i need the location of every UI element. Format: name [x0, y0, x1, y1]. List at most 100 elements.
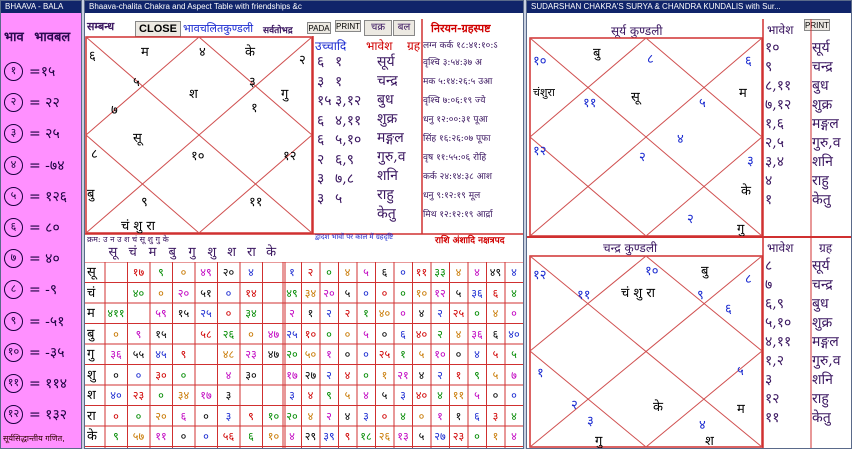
aspect-cell-left: ५६ [222, 430, 235, 443]
sud-lines [527, 19, 851, 448]
aspect-cell-right: ३६ [471, 327, 483, 341]
aspect-cell-right: २५ [378, 348, 391, 361]
aspect-cell-left: ४११ [107, 307, 125, 320]
aspect-cell-right: ४ [344, 266, 351, 279]
aspect-cell-left: ४९ [200, 266, 212, 279]
aspect-cell-left: ० [248, 327, 254, 341]
aspect-cell-right: १३ [397, 430, 409, 443]
bala-value: = -३५ [29, 344, 65, 361]
aspect-cell-right: ० [381, 286, 388, 300]
aspect-cell-right: १० [304, 327, 317, 341]
aspect-cell-left: १० [267, 430, 280, 443]
aspect-cell-right: २ [326, 368, 332, 382]
aspect-cell-right: २५ [286, 327, 298, 341]
aspect-col-head: श [227, 245, 236, 260]
aspect-cell-right: ४ [307, 409, 314, 423]
aspect-cell-right: ५ [492, 348, 499, 361]
aspect-row-head: श [87, 388, 96, 403]
aspect-cell-right: ३६ [471, 286, 483, 300]
aspect-cell-right: १ [289, 266, 295, 279]
bala-list: १ =१५ २ = २२ ३ = २५ ४ = -७४ ५ = १२६ ६ = ८० ७ = ४० ८ = -… [4, 56, 81, 430]
aspect-row-head: के [87, 429, 97, 444]
bala-row: ८ = -९ [4, 274, 81, 305]
aspect-cell-left: ४० [110, 389, 122, 402]
bala-value: = १२६ [29, 188, 68, 205]
aspect-cell-right: ० [363, 348, 369, 361]
aspect-cell-right: ० [381, 327, 388, 341]
aspect-cell-right: ४ [474, 266, 480, 279]
aspect-cell-right: ५ [363, 266, 369, 279]
aspect-cell-right: ० [344, 327, 351, 341]
aspect-cell-left: ९ [113, 430, 119, 443]
aspect-cell-right: ४ [363, 389, 369, 402]
aspect-cell-left: ९ [248, 409, 254, 423]
bala-value: = २२ [29, 95, 60, 112]
aspect-cell-right: ० [400, 307, 406, 320]
bala-row: ४ = -७४ [4, 150, 81, 181]
aspect-cell-right: ३३ [434, 266, 446, 279]
aspect-cell-right: ४ [437, 389, 443, 402]
aspect-cell-left: ३४ [245, 307, 257, 320]
bala-house-number: ७ [4, 249, 23, 269]
aspect-cell-right: २० [286, 409, 298, 423]
bala-house-number: ६ [4, 218, 23, 238]
aspect-cell-left: २० [177, 286, 190, 300]
aspect-cell-right: २७ [304, 368, 317, 382]
aspect-col-head: शु [207, 245, 217, 260]
bala-titlebar[interactable]: BHAAVA - BALA [1, 1, 81, 13]
aspect-row-head: बु [87, 326, 95, 342]
aspect-cell-left: ० [158, 389, 164, 402]
aspect-cell-right: २ [307, 266, 314, 279]
aspect-cell-right: ७ [511, 368, 517, 382]
aspect-cell-right: २५ [452, 307, 465, 320]
bala-value: = २५ [29, 126, 60, 143]
aspect-row-head: गु [87, 347, 95, 362]
aspect-cell-right: ५ [511, 348, 517, 361]
aspect-cell-right: ४० [415, 389, 428, 402]
aspect-cell-right: २ [344, 307, 351, 320]
aspect-cell-right: ५ [455, 286, 462, 300]
aspect-cell-right: ४० [415, 327, 428, 341]
aspect-cell-left: १७ [132, 266, 145, 279]
aspect-cell-right: ५ [418, 430, 425, 443]
aspect-cell-right: २० [323, 286, 335, 300]
aspect-cell-right: १८ [360, 430, 372, 443]
aspect-cell-right: ५ [344, 389, 351, 402]
aspect-cell-right: २३ [452, 430, 465, 443]
aspect-cell-right: १ [455, 409, 462, 423]
bala-row: २ = २२ [4, 87, 81, 118]
bala-row: ९ = -५१ [4, 306, 81, 337]
aspect-cell-right: ६ [492, 286, 499, 300]
aspect-cell-right: ४ [455, 327, 462, 341]
aspect-cell-right: १ [492, 430, 499, 443]
aspect-cell-right: ३९ [323, 430, 335, 443]
aspect-cell-right: ० [474, 430, 480, 443]
aspect-cell-right: १ [307, 307, 314, 320]
bala-house-number: ८ [4, 280, 23, 300]
bala-col1-header: भाव [4, 30, 24, 45]
aspect-cell-right: ४ [344, 368, 351, 382]
aspect-cell-right: ४ [400, 409, 406, 423]
bala-row: ५ = १२६ [4, 181, 81, 212]
aspect-cell-left: ३ [225, 389, 232, 402]
aspect-mid-header: द्वादश भावों पर काल में ग्रहदृष्टि [315, 233, 394, 241]
aspect-cell-right: ० [511, 389, 517, 402]
aspect-cell-right: ४ [474, 348, 480, 361]
bala-value: = १३२ [29, 407, 68, 424]
aspect-col-heads: सू चं म बु गु शु श रा के [103, 242, 281, 262]
aspect-cell-right: ४ [289, 430, 295, 443]
aspect-col-head: बु [168, 245, 176, 260]
bala-house-number: २ [4, 93, 23, 113]
aspect-cell-left: २० [155, 409, 167, 423]
aspect-cell-left: ११ [155, 430, 167, 443]
bala-row: ६ = ८० [4, 212, 81, 243]
aspect-cell-right: ० [492, 389, 499, 402]
aspect-cell-right: ४ [511, 266, 517, 279]
aspect-cell-right: ० [326, 327, 332, 341]
aspect-cell-left: १७ [200, 389, 212, 402]
aspect-cell-left: ४७ [267, 327, 280, 341]
aspect-cell-left: २३ [245, 348, 257, 361]
aspect-cell-right: ५ [344, 286, 351, 300]
aspect-cell-right: ६ [400, 327, 406, 341]
aspect-cell-right: ३ [492, 409, 499, 423]
